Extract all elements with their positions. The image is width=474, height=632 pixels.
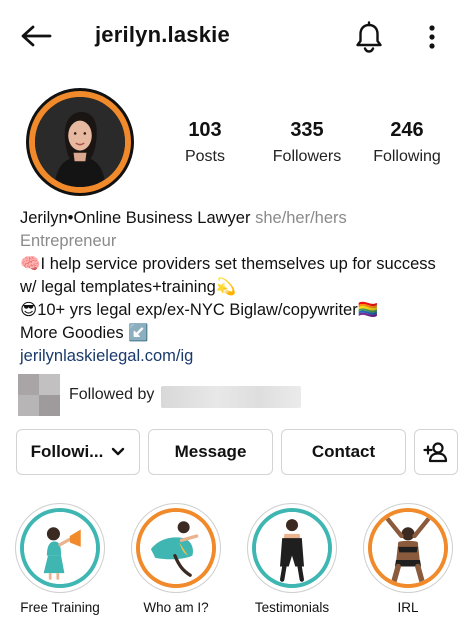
highlight-ring <box>136 508 216 588</box>
bell-icon <box>356 21 382 53</box>
following-button-label: Followi... <box>30 442 104 461</box>
website-link[interactable]: jerilynlaskielegal.com/ig <box>20 345 460 368</box>
more-options-button[interactable] <box>418 18 446 56</box>
followers-number: 335 <box>290 119 324 141</box>
posts-count[interactable]: 103 Posts <box>172 118 238 168</box>
pronouns: she/her/hers <box>255 209 347 227</box>
add-user-icon <box>423 442 448 463</box>
posts-number: 103 <box>188 119 222 141</box>
suggested-users-button[interactable] <box>414 429 458 475</box>
highlight-label: Testimonials <box>254 600 330 615</box>
highlight-ring <box>252 508 332 588</box>
highlight-label: Free Training <box>20 600 100 615</box>
highlight-testimonials[interactable]: Testimonials <box>246 503 338 615</box>
message-button[interactable]: Message <box>148 429 273 475</box>
highlight-free-training[interactable]: Free Training <box>14 503 106 615</box>
followed-by[interactable]: Followed by <box>18 374 318 416</box>
highlight-label: Who am I? <box>143 600 209 615</box>
followed-by-label: Followed by <box>69 386 155 403</box>
back-button[interactable] <box>18 20 54 52</box>
followers-label: Followers <box>272 148 342 165</box>
following-count[interactable]: 246 Following <box>366 118 448 168</box>
blurred-follower-names <box>161 386 301 408</box>
highlight-ring <box>368 508 448 588</box>
highlight-label: IRL <box>397 600 419 615</box>
bio-line: More Goodies ↙️ <box>20 324 149 342</box>
avatar-ring <box>29 91 131 193</box>
followers-count[interactable]: 335 Followers <box>262 118 352 168</box>
profile-avatar[interactable] <box>26 88 134 196</box>
megaphone-woman-icon <box>24 512 96 584</box>
profile-bio: Jerilyn•Online Business Lawyer she/her/h… <box>20 207 460 368</box>
notifications-button[interactable] <box>350 18 388 56</box>
profile-username: jerilyn.laskie <box>95 22 230 47</box>
bio-name-line: Jerilyn•Online Business Lawyer she/her/h… <box>20 207 460 230</box>
highlight-irl[interactable]: IRL <box>362 503 454 615</box>
top-bar: jerilyn.laskie <box>0 0 474 72</box>
highlight-who-am-i[interactable]: Who am I? <box>130 503 222 615</box>
cheering-woman-icon <box>372 512 444 584</box>
standing-woman-icon <box>256 512 328 584</box>
bio-line: 🧠I help service providers set themselves… <box>20 255 436 273</box>
following-label: Following <box>373 148 441 165</box>
arrow-left-icon <box>21 25 52 47</box>
more-vertical-icon <box>429 25 435 49</box>
mutual-followers-avatar <box>18 374 60 416</box>
bio-line: 😎10+ yrs legal exp/ex-NYC Biglaw/copywri… <box>20 301 379 319</box>
avatar-photo <box>35 97 125 187</box>
contact-button[interactable]: Contact <box>281 429 406 475</box>
following-button[interactable]: Followi... <box>16 429 140 475</box>
profile-category: Entrepreneur <box>20 232 117 250</box>
display-name: Jerilyn•Online Business Lawyer <box>20 209 251 227</box>
following-number: 246 <box>390 119 424 141</box>
posts-label: Posts <box>184 148 225 165</box>
bio-line: w/ legal templates+training💫 <box>20 278 237 296</box>
dancing-woman-icon <box>140 512 212 584</box>
chevron-down-icon <box>112 447 125 456</box>
highlight-ring <box>20 508 100 588</box>
